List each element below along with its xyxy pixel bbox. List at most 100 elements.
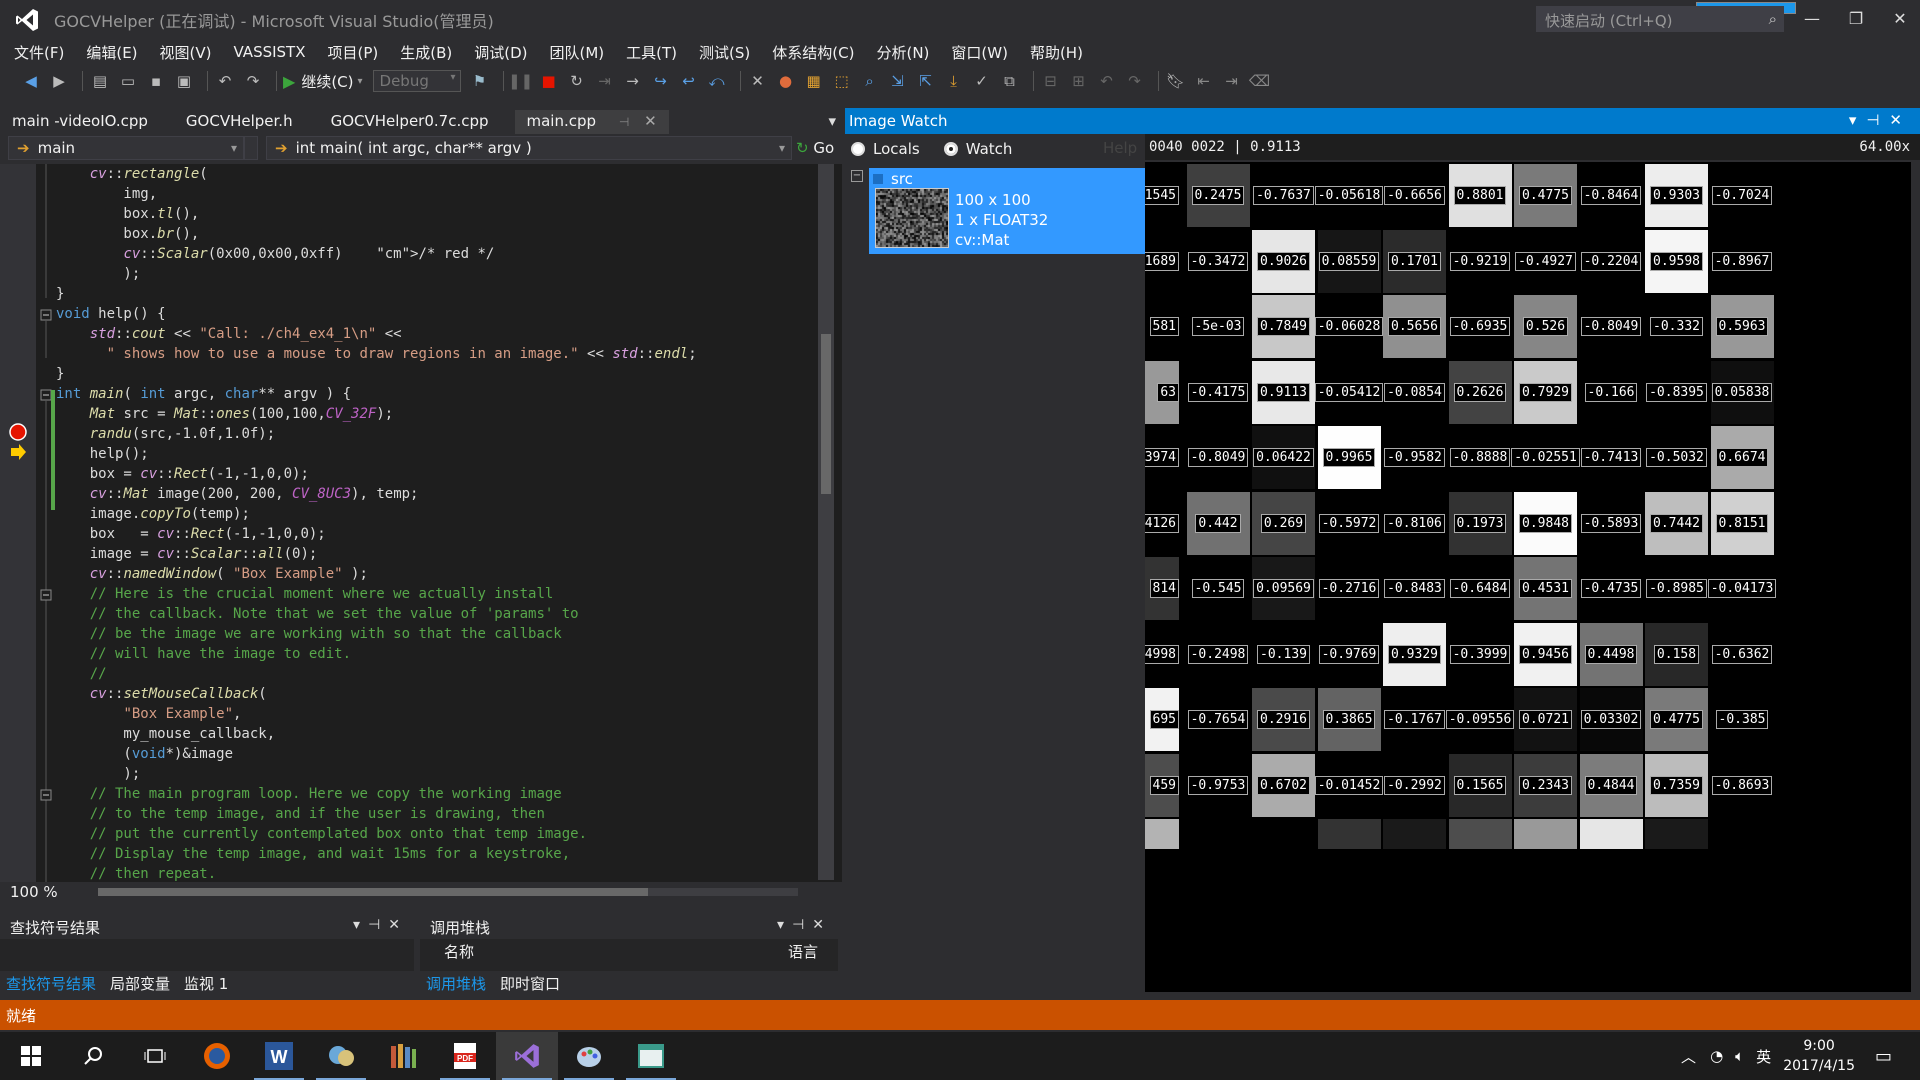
scope-spinner[interactable] bbox=[244, 136, 258, 160]
pixel-cell[interactable]: 0.09569 bbox=[1252, 557, 1315, 620]
app-icon[interactable] bbox=[310, 1032, 372, 1080]
pixel-cell[interactable]: 0.4844 bbox=[1579, 753, 1643, 817]
pixel-cell[interactable] bbox=[1145, 819, 1179, 849]
save-all-icon[interactable]: ▣ bbox=[173, 70, 195, 92]
pixel-cell[interactable]: 0.2626 bbox=[1448, 360, 1512, 424]
pixel-cell[interactable]: -5e-03 bbox=[1186, 295, 1250, 358]
code-line[interactable]: // Here is the crucial moment where we a… bbox=[56, 584, 816, 604]
editor-vertical-scrollbar[interactable] bbox=[818, 164, 834, 880]
pixel-cell[interactable]: 0.06422 bbox=[1252, 426, 1315, 489]
panel-controls[interactable]: ▾⊣✕ bbox=[1849, 111, 1912, 129]
pixel-cell[interactable]: 0.8151 bbox=[1710, 491, 1774, 555]
toolbar-tool-icon[interactable]: ⇲ bbox=[887, 70, 909, 92]
tab-gocvhelper-h[interactable]: GOCVHelper.h bbox=[174, 110, 305, 134]
code-line[interactable]: (void*)&image bbox=[56, 744, 816, 764]
pixel-cell[interactable]: 0.5963 bbox=[1710, 295, 1774, 358]
panel-controls[interactable]: ▾⊣✕ bbox=[353, 917, 408, 933]
tab-list-dropdown-icon[interactable]: ▾ bbox=[828, 112, 836, 130]
pixel-cell[interactable]: 63 bbox=[1145, 360, 1179, 424]
pixel-cell[interactable]: 0.7442 bbox=[1645, 491, 1708, 555]
pixel-cell[interactable]: -0.04173 bbox=[1707, 557, 1777, 620]
pixel-cell[interactable]: 0.7929 bbox=[1514, 360, 1577, 424]
code-line[interactable]: // to the temp image, and if the user is… bbox=[56, 804, 816, 824]
tab-locals[interactable]: 局部变量 bbox=[104, 973, 176, 994]
pixel-cell[interactable]: 0.4531 bbox=[1514, 557, 1577, 620]
visual-studio-icon[interactable] bbox=[496, 1032, 558, 1080]
code-text[interactable]: cv::rectangle( img, box.tl(), box.br(), … bbox=[56, 164, 816, 884]
pixel-cell[interactable]: 0.03302 bbox=[1579, 688, 1643, 751]
toolbar-tool-icon[interactable]: ⇱ bbox=[915, 70, 937, 92]
pin-icon[interactable]: ⊣ bbox=[619, 115, 629, 129]
pixel-cell[interactable]: 0.1973 bbox=[1448, 491, 1512, 555]
code-line[interactable]: image = cv::Scalar::all(0); bbox=[56, 544, 816, 564]
pixel-cell[interactable]: -0.0854 bbox=[1383, 360, 1446, 424]
pixel-cell[interactable]: -0.2498 bbox=[1186, 622, 1250, 686]
code-line[interactable]: // the callback. Note that we set the va… bbox=[56, 604, 816, 624]
pixel-cell[interactable] bbox=[1383, 819, 1446, 849]
pause-icon[interactable]: ❚❚ bbox=[508, 70, 533, 92]
pixel-cell[interactable]: -0.7654 bbox=[1186, 688, 1250, 751]
task-view-icon[interactable] bbox=[124, 1032, 186, 1080]
pixel-cell[interactable]: -0.7413 bbox=[1579, 426, 1643, 489]
breakpoint-tool-icon[interactable]: ● bbox=[775, 70, 797, 92]
pixel-cell[interactable]: -0.8395 bbox=[1645, 360, 1708, 424]
save-icon[interactable]: ▪ bbox=[145, 70, 167, 92]
pixel-cell[interactable]: -0.8985 bbox=[1645, 557, 1708, 620]
process-icon[interactable]: ⚑ bbox=[469, 70, 491, 92]
code-line[interactable]: // Display the temp image, and wait 15ms… bbox=[56, 844, 816, 864]
pixel-cell[interactable]: 0.9113 bbox=[1252, 360, 1315, 424]
pixel-cell[interactable]: -0.6362 bbox=[1710, 622, 1774, 686]
help-link[interactable]: Help bbox=[1103, 139, 1137, 157]
pixel-cell[interactable]: 4126 bbox=[1145, 491, 1179, 555]
code-line[interactable]: // put the currently contemplated box on… bbox=[56, 824, 816, 844]
stop-icon[interactable]: ■ bbox=[538, 70, 560, 92]
pixel-cell[interactable]: -0.2204 bbox=[1579, 229, 1643, 293]
code-line[interactable]: box.br(), bbox=[56, 224, 816, 244]
pixel-cell[interactable]: -0.2992 bbox=[1383, 753, 1446, 817]
code-line[interactable]: ); bbox=[56, 764, 816, 784]
pixel-cell[interactable]: 0.9303 bbox=[1645, 164, 1708, 227]
show-next-statement-icon[interactable]: ⇥ bbox=[594, 70, 616, 92]
menu-team[interactable]: 团队(M) bbox=[542, 42, 613, 63]
outline-margin[interactable] bbox=[36, 164, 56, 884]
pixel-cell[interactable]: -0.5032 bbox=[1645, 426, 1708, 489]
pixel-cell[interactable]: -0.332 bbox=[1645, 295, 1708, 358]
pixel-cell[interactable]: -0.9582 bbox=[1383, 426, 1446, 489]
clock[interactable]: 9:00 2017/4/15 bbox=[1783, 1036, 1855, 1076]
toolbar-tool-icon[interactable]: ↶ bbox=[1096, 70, 1118, 92]
code-line[interactable]: int main( int argc, char** argv ) { bbox=[56, 384, 816, 404]
pixel-cell[interactable]: -0.6935 bbox=[1448, 295, 1512, 358]
watch-radio[interactable]: Watch bbox=[943, 140, 1012, 158]
step-into-icon[interactable]: → bbox=[622, 70, 644, 92]
menu-tools[interactable]: 工具(T) bbox=[618, 42, 685, 63]
pixel-cell[interactable]: 0.08559 bbox=[1317, 229, 1381, 293]
pixel-grid[interactable]: 1545 0.2475 -0.7637 -0.05618 -0.6656 0.8801 0.… bbox=[1145, 162, 1911, 992]
image-item-src[interactable]: src 100 x 100 1 x FLOAT32 cv::Mat bbox=[869, 168, 1145, 254]
code-line[interactable]: box = cv::Rect(-1,-1,0,0); bbox=[56, 464, 816, 484]
pixel-cell[interactable] bbox=[1186, 819, 1250, 849]
pixel-cell[interactable]: 581 bbox=[1145, 295, 1179, 358]
pixel-cell[interactable]: 0.1565 bbox=[1448, 753, 1512, 817]
pixel-cell[interactable]: -0.8464 bbox=[1579, 164, 1643, 227]
pixel-cell[interactable]: 695 bbox=[1145, 688, 1179, 751]
step-back-icon[interactable]: ⤺ bbox=[706, 70, 728, 92]
pixel-cell[interactable]: -0.01452 bbox=[1314, 753, 1384, 817]
continue-button[interactable]: ▶ 继续(C) ▾ bbox=[283, 71, 363, 92]
code-line[interactable]: // The main program loop. Here we copy t… bbox=[56, 784, 816, 804]
menu-debug[interactable]: 调试(D) bbox=[466, 42, 535, 63]
menu-vassistx[interactable]: VASSISTX bbox=[226, 43, 314, 61]
pixel-cell[interactable]: 0.526 bbox=[1514, 295, 1577, 358]
back-icon[interactable]: ◀ bbox=[20, 70, 42, 92]
code-line[interactable]: cv::Mat image(200, 200, CV_8UC3), temp; bbox=[56, 484, 816, 504]
pixel-cell[interactable]: -0.3999 bbox=[1448, 622, 1512, 686]
code-editor[interactable]: cv::rectangle( img, box.tl(), box.br(), … bbox=[0, 164, 842, 884]
pixel-cell[interactable]: 0.269 bbox=[1252, 491, 1315, 555]
panel-controls[interactable]: ▾⊣✕ bbox=[777, 917, 832, 933]
go-button[interactable]: ↻ Go bbox=[796, 139, 834, 157]
forward-icon[interactable]: ▶ bbox=[48, 70, 70, 92]
chevron-up-icon[interactable]: ︿ bbox=[1681, 1046, 1696, 1067]
toolbar-tool-icon[interactable]: ⬚ bbox=[831, 70, 853, 92]
pixel-cell[interactable]: -0.385 bbox=[1710, 688, 1774, 751]
pixel-cell[interactable]: -0.7024 bbox=[1710, 164, 1774, 227]
function-dropdown[interactable]: ➔ int main( int argc, char** argv ) ▾ bbox=[266, 136, 792, 160]
